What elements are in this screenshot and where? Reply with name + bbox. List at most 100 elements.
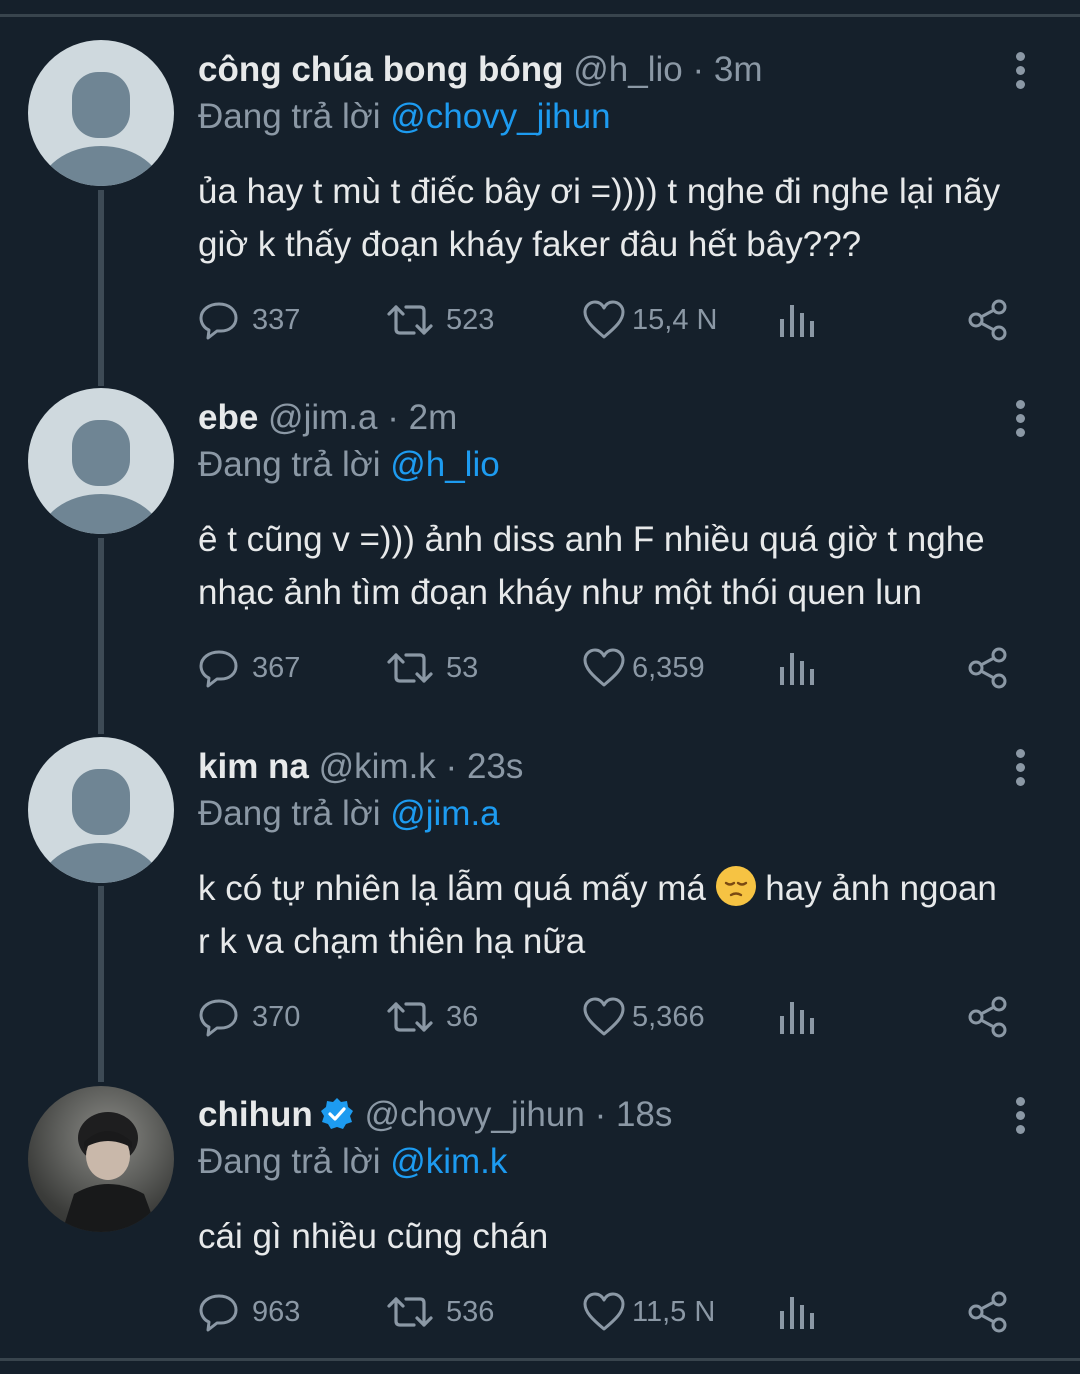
retweet-button[interactable]: 523 (386, 298, 494, 342)
retweet-button[interactable]: 36 (386, 995, 478, 1039)
more-options-icon[interactable] (1014, 1097, 1028, 1139)
avatar[interactable] (28, 737, 174, 883)
tweet-text-segment: hay ảnh ngoan (765, 869, 997, 908)
retweet-button[interactable]: 536 (386, 1290, 494, 1334)
share-button[interactable] (966, 1290, 1010, 1334)
default-avatar-icon (39, 420, 163, 534)
like-button[interactable]: 11,5 N (582, 1290, 715, 1334)
timestamp[interactable]: 23s (467, 747, 523, 786)
tweet-text-line: ủa hay t mù t điếc bây ơi =)))) t nghe đ… (198, 172, 1001, 211)
verified-badge-icon (319, 1096, 355, 1146)
like-count: 15,4 N (632, 303, 718, 336)
reply-button[interactable]: 337 (198, 298, 300, 342)
views-button[interactable] (776, 1290, 816, 1334)
thread-connector (98, 190, 104, 386)
share-icon (966, 1291, 1010, 1333)
display-name[interactable]: ebe (198, 398, 258, 437)
thread-connector (98, 886, 104, 1082)
views-button[interactable] (776, 646, 816, 690)
retweet-count: 53 (446, 651, 479, 684)
user-handle[interactable]: @chovy_jihun (364, 1095, 584, 1134)
tweet-actions: 963 536 11,5 N (198, 1290, 1020, 1334)
user-handle[interactable]: @jim.a (268, 398, 377, 437)
more-options-icon[interactable] (1014, 400, 1028, 442)
replying-to: Đang trả lời @kim.k (198, 1140, 1040, 1184)
more-options-icon[interactable] (1014, 749, 1028, 791)
share-button[interactable] (966, 298, 1010, 342)
like-count: 11,5 N (632, 1295, 716, 1328)
reply-icon (198, 1291, 240, 1333)
views-button[interactable] (776, 995, 816, 1039)
analytics-icon (776, 1291, 816, 1333)
share-icon (966, 647, 1010, 689)
retweet-count: 536 (446, 1295, 495, 1328)
heart-icon (582, 1291, 626, 1333)
tweet-actions: 337 523 15,4 N (198, 298, 1020, 342)
more-options-icon[interactable] (1014, 52, 1028, 94)
tweet-text: k có tự nhiên lạ lẫm quá mấy má hay ảnh … (198, 862, 1040, 968)
thread-connector (98, 538, 104, 734)
default-avatar-icon (39, 72, 163, 186)
replying-to-label: Đang trả lời (198, 445, 381, 484)
user-handle[interactable]: @kim.k (319, 747, 436, 786)
reply-button[interactable]: 370 (198, 995, 300, 1039)
tweet-text-line: cái gì nhiều cũng chán (198, 1217, 549, 1256)
tweet-text: cái gì nhiều cũng chán (198, 1210, 1040, 1263)
display-name[interactable]: công chúa bong bóng (198, 50, 564, 89)
avatar[interactable] (28, 40, 174, 186)
reply-count: 963 (252, 1295, 301, 1328)
replying-to-handle[interactable]: @h_lio (390, 445, 499, 484)
like-button[interactable]: 15,4 N (582, 298, 717, 342)
user-handle[interactable]: @h_lio (573, 50, 682, 89)
thread-view: công chúa bong bóng @h_lio · 3m Đang trả… (0, 0, 1080, 1374)
heart-icon (582, 996, 626, 1038)
replying-to-handle[interactable]: @chovy_jihun (390, 97, 610, 136)
tweet-text-line: r k va chạm thiên hạ nữa (198, 922, 586, 961)
reply-count: 370 (252, 1000, 301, 1033)
retweet-icon (386, 1291, 434, 1333)
tweet-text-segment: k có tự nhiên lạ lẫm quá mấy má (198, 869, 706, 908)
replying-to: Đang trả lời @h_lio (198, 443, 1040, 487)
like-button[interactable]: 5,366 (582, 995, 705, 1039)
reply-icon (198, 996, 240, 1038)
retweet-count: 36 (446, 1000, 479, 1033)
reply-icon (198, 647, 240, 689)
tweet-text-line: k có tự nhiên lạ lẫm quá mấy má hay ảnh … (198, 862, 1040, 915)
reply-count: 367 (252, 651, 301, 684)
display-name[interactable]: chihun (198, 1095, 313, 1134)
retweet-icon (386, 647, 434, 689)
tweet-header: kim na @kim.k · 23s (198, 742, 1040, 792)
share-button[interactable] (966, 995, 1010, 1039)
tweet-text-line: giờ k thấy đoạn kháy faker đâu hết bây??… (198, 225, 862, 264)
views-button[interactable] (776, 298, 816, 342)
reply-button[interactable]: 367 (198, 646, 300, 690)
retweet-icon (386, 299, 434, 341)
tweet-text-line: ê t cũng v =))) ảnh diss anh F nhiều quá… (198, 520, 985, 559)
reply-count: 337 (252, 303, 301, 336)
avatar[interactable] (28, 388, 174, 534)
replying-to-label: Đang trả lời (198, 794, 381, 833)
reply-button[interactable]: 963 (198, 1290, 300, 1334)
share-button[interactable] (966, 646, 1010, 690)
replying-to: Đang trả lời @chovy_jihun (198, 95, 1040, 139)
separator-dot: · (692, 50, 705, 89)
timestamp[interactable]: 2m (409, 398, 458, 437)
like-button[interactable]: 6,359 (582, 646, 705, 690)
avatar[interactable] (28, 1086, 174, 1232)
retweet-count: 523 (446, 303, 495, 336)
replying-to-handle[interactable]: @kim.k (390, 1142, 507, 1181)
timestamp[interactable]: 3m (714, 50, 763, 89)
tweet-header: chihun @chovy_jihun · 18s (198, 1090, 1040, 1140)
share-icon (966, 299, 1010, 341)
top-divider (0, 14, 1080, 17)
separator-dot: · (387, 398, 399, 437)
timestamp[interactable]: 18s (616, 1095, 672, 1134)
share-icon (966, 996, 1010, 1038)
analytics-icon (776, 996, 816, 1038)
separator-dot: · (445, 747, 458, 786)
display-name[interactable]: kim na (198, 747, 309, 786)
tweet-header: công chúa bong bóng @h_lio · 3m (198, 45, 1040, 95)
retweet-button[interactable]: 53 (386, 646, 478, 690)
tweet-text: ủa hay t mù t điếc bây ơi =)))) t nghe đ… (198, 165, 1040, 271)
replying-to-handle[interactable]: @jim.a (390, 794, 499, 833)
